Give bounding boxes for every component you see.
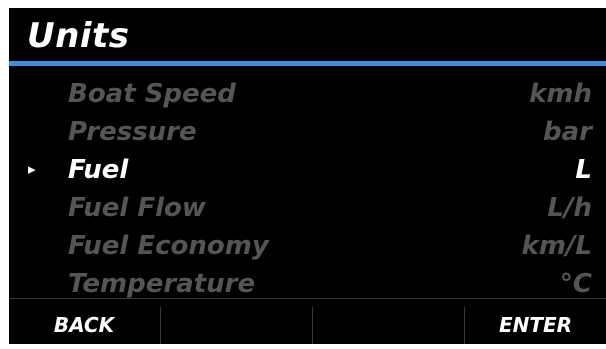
menu-item-temperature[interactable]: Temperature °C	[9, 265, 606, 301]
menu-item-value: bar	[543, 117, 592, 147]
menu-item-label: Temperature	[68, 269, 256, 299]
back-button[interactable]: BACK	[9, 299, 159, 344]
title-bar: Units	[9, 8, 606, 66]
menu-item-value: L	[575, 155, 592, 185]
menu-item-value: kmh	[529, 79, 592, 109]
menu-item-pressure[interactable]: Pressure bar	[9, 113, 606, 151]
units-menu-list: Boat Speed kmh Pressure bar ▸ Fuel L Fue…	[9, 75, 606, 301]
menu-item-label: Fuel Flow	[68, 193, 206, 223]
selection-pointer-icon: ▸	[28, 160, 36, 178]
menu-item-label: Pressure	[68, 117, 197, 147]
menu-item-fuel[interactable]: ▸ Fuel L	[9, 151, 606, 189]
page-title: Units	[27, 16, 130, 56]
menu-item-boat-speed[interactable]: Boat Speed kmh	[9, 75, 606, 113]
menu-item-fuel-flow[interactable]: Fuel Flow L/h	[9, 189, 606, 227]
menu-item-value: °C	[559, 269, 592, 299]
title-underline	[9, 61, 606, 66]
menu-item-value: km/L	[521, 231, 592, 261]
menu-item-fuel-economy[interactable]: Fuel Economy km/L	[9, 227, 606, 265]
display-screen: Units Boat Speed kmh Pressure bar ▸ Fuel…	[9, 8, 606, 344]
enter-button[interactable]: ENTER	[465, 299, 606, 344]
menu-item-label: Boat Speed	[68, 79, 236, 109]
menu-item-label: Fuel Economy	[68, 231, 269, 261]
menu-item-label: Fuel	[68, 155, 129, 185]
menu-item-value: L/h	[547, 193, 592, 223]
softkey-3-button[interactable]	[313, 299, 463, 344]
softkey-bar: BACK ENTER	[9, 298, 606, 344]
softkey-2-button[interactable]	[161, 299, 311, 344]
